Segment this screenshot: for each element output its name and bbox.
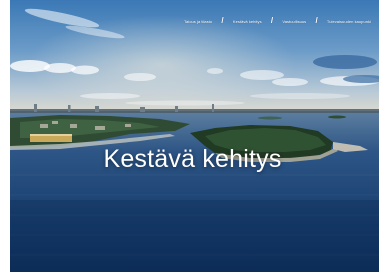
nav-separator: /	[270, 16, 274, 25]
page-left-margin	[0, 0, 10, 275]
nav-separator: /	[221, 16, 224, 25]
hero-banner: Talous ja tilasto / Kestävä kehitys / Va…	[0, 0, 385, 275]
nav-separator: /	[315, 16, 318, 25]
hero-title: Kestävä kehitys	[103, 144, 282, 173]
nav-link-tulevaisuuden-kaupunki[interactable]: Tulevaisuuden kaupunki	[327, 19, 371, 24]
top-navigation: Talous ja tilasto / Kestävä kehitys / Va…	[184, 17, 371, 25]
nav-link-vastuullisuus[interactable]: Vastuullisuus	[282, 19, 306, 24]
page-right-margin	[379, 0, 385, 275]
nav-link-kestava-kehitys[interactable]: Kestävä kehitys	[233, 19, 262, 24]
hero-background-photo	[0, 0, 385, 275]
nav-link-talous-ja-tilasto[interactable]: Talous ja tilasto	[184, 19, 212, 24]
